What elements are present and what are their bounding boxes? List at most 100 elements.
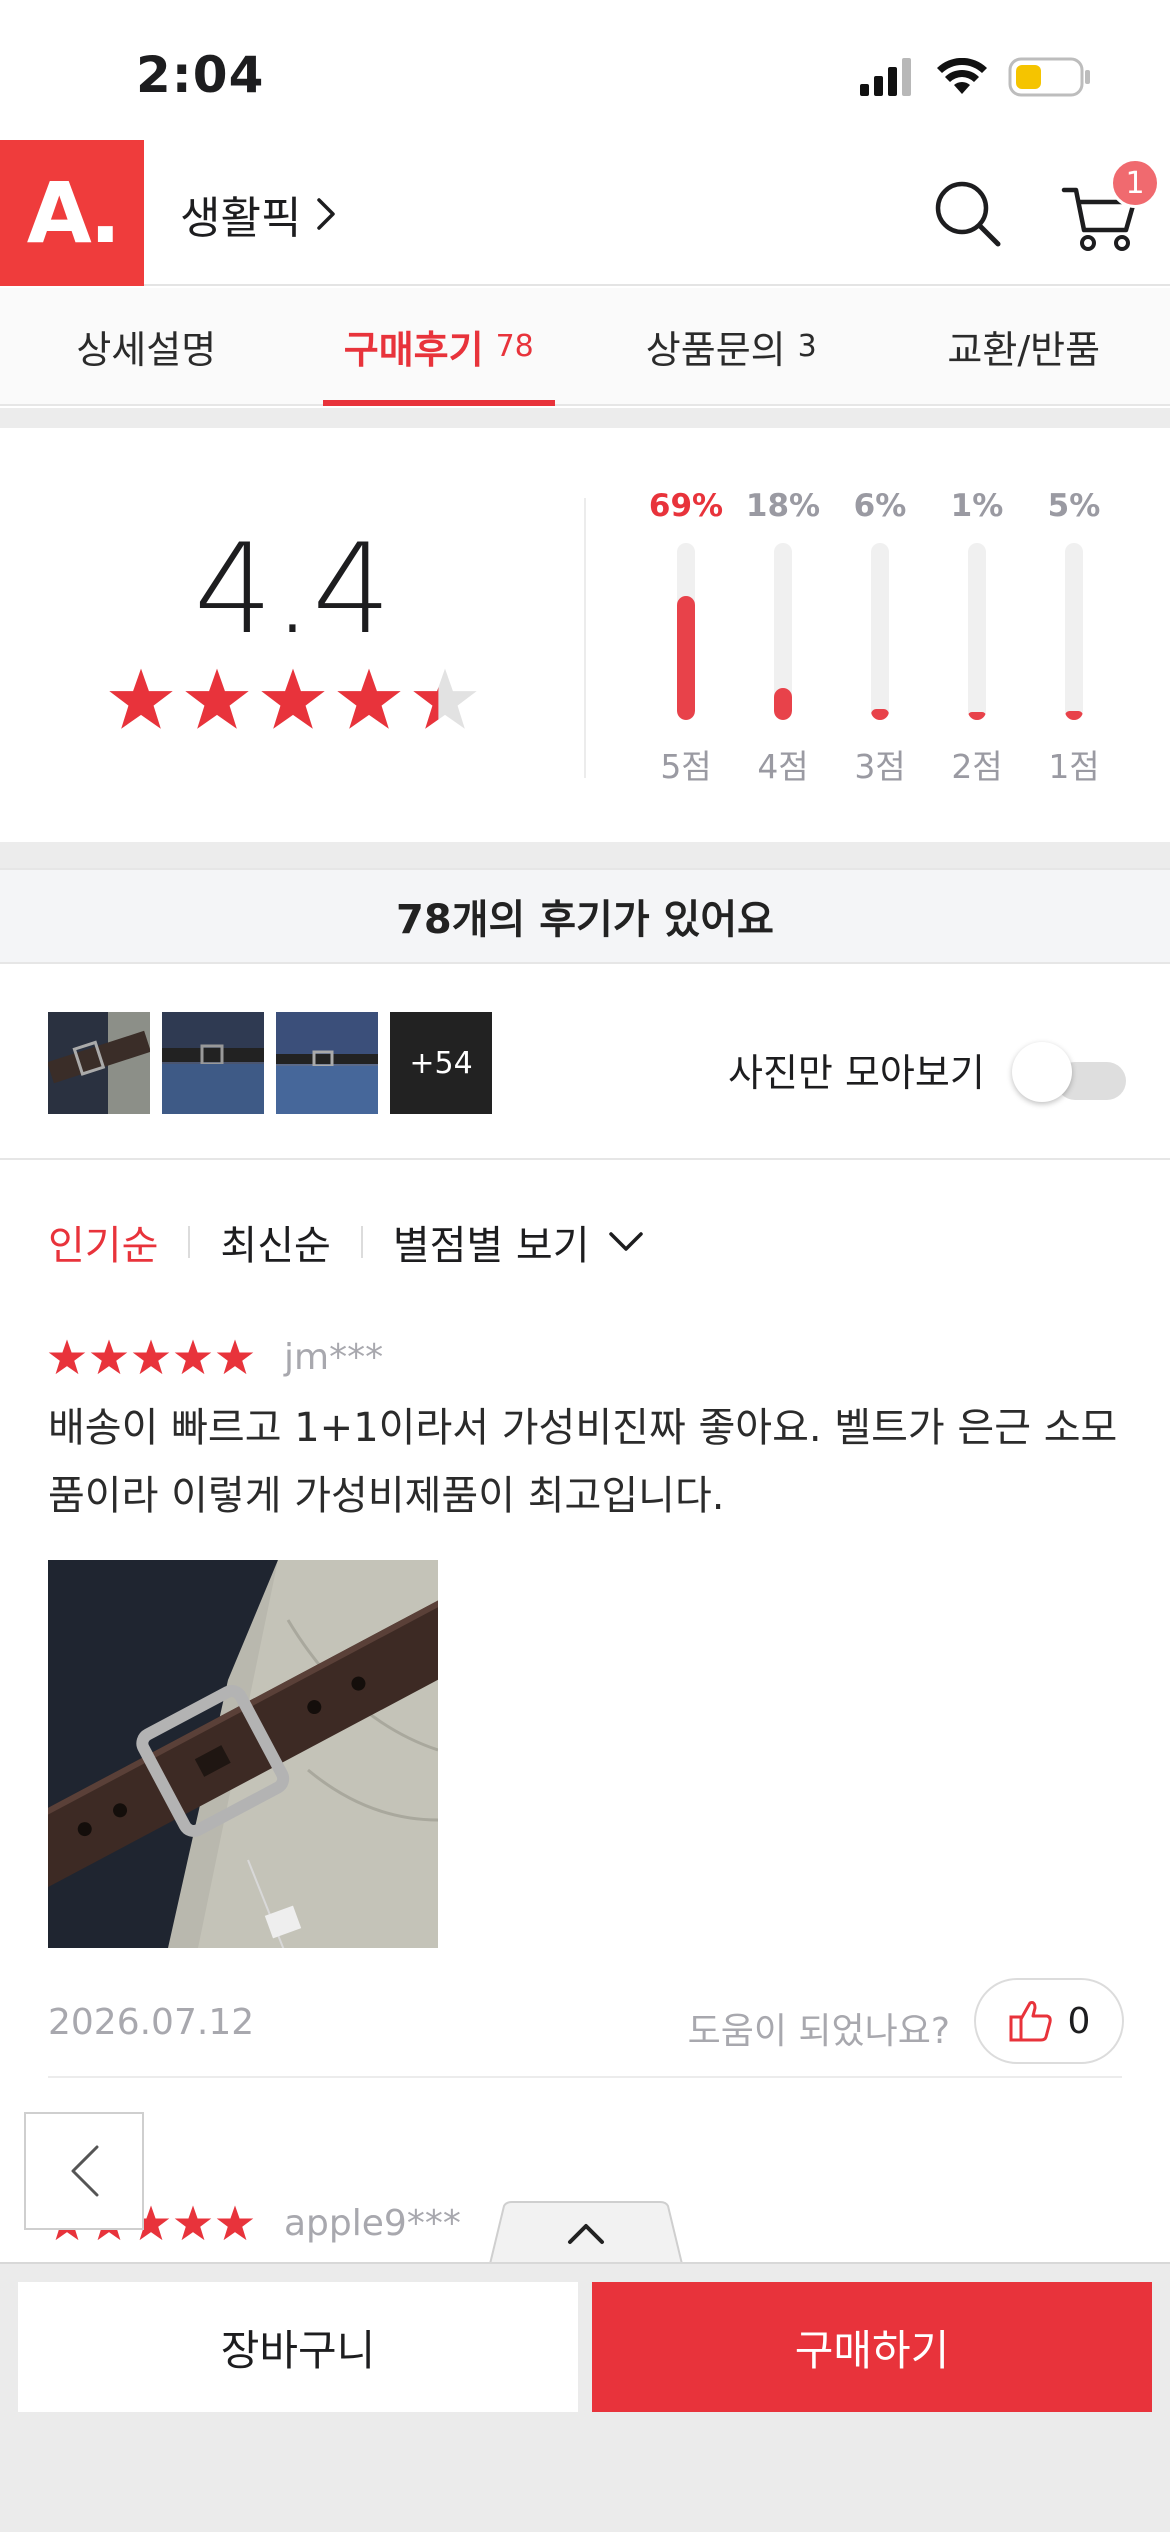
distribution-percent: 6% [853,488,907,524]
review-photo-thumb[interactable] [48,1012,150,1114]
more-photos-button[interactable]: +54 [390,1012,492,1114]
review-item: jm*** 배송이 빠르고 1+1이라서 가성비진짜 좋아요. 벨트가 은근 소… [48,1332,1124,2078]
section-divider [0,408,1170,428]
review-photo[interactable] [48,1560,438,1948]
review-count-banner: 78개의 후기가 있어요 [0,868,1170,964]
sort-options: 인기순 최신순 별점별 보기 [48,1212,644,1272]
product-tabs: 상세설명 구매후기 78 상품문의 3 교환/반품 [0,288,1170,406]
distribution-track [1065,543,1083,720]
distribution-bar-1점: 5% 1점 [1028,488,1120,788]
star-icon [185,668,249,729]
rating-summary: 4.4 69% 5점 18% 4점 6% 3점 1% 2점 5% 1점 [0,428,1170,842]
tab-inquiries[interactable]: 상품문의 3 [585,288,878,404]
distribution-label: 5점 [660,747,712,786]
rating-distribution: 69% 5점 18% 4점 6% 3점 1% 2점 5% 1점 [640,488,1120,788]
star-icon [337,668,401,729]
distribution-fill [968,712,986,720]
tab-details[interactable]: 상세설명 [0,288,293,404]
review-footer: 2026.07.12 도움이 되었나요? 0 [48,1978,1124,2078]
back-button[interactable] [24,2112,144,2230]
average-stars [108,666,478,732]
tab-label: 상세설명 [76,327,217,372]
tab-label: 구매후기 [343,327,484,372]
distribution-percent: 1% [950,488,1004,524]
tab-reviews[interactable]: 구매후기 78 [293,288,586,406]
scroll-top-button[interactable] [488,2200,684,2264]
tab-label: 상품문의 [645,327,786,372]
add-to-cart-button[interactable]: 장바구니 [18,2282,578,2412]
sort-by-rating-dropdown[interactable]: 별점별 보기 [393,1213,644,1271]
distribution-percent: 69% [648,488,724,524]
distribution-percent: 5% [1047,488,1101,524]
review-stars [48,1338,254,1376]
sort-popular[interactable]: 인기순 [48,1213,158,1271]
star-icon [413,668,477,729]
star-icon [216,2205,254,2241]
distribution-fill [871,709,889,720]
status-time: 2:04 [136,46,265,104]
photo-only-toggle[interactable] [1012,1042,1164,1108]
distribution-label: 1점 [1048,747,1100,786]
distribution-track [871,543,889,720]
distribution-label: 3점 [854,747,906,786]
distribution-fill [774,688,792,720]
reviewer-id: apple9*** [284,2202,461,2244]
tab-count: 3 [797,328,817,364]
star-icon [174,1339,212,1375]
wifi-icon [937,58,987,94]
category-label: 생활픽 [180,193,302,244]
average-rating: 4.4 [193,518,392,662]
sort-by-rating-label: 별점별 보기 [392,1223,590,1269]
bottom-action-bar: 장바구니 구매하기 [0,2262,1170,2532]
helpful-button[interactable]: 0 [974,1978,1124,2064]
tab-label: 교환/반품 [947,327,1101,372]
review-photos-row: +54 사진만 모아보기 [0,964,1170,1160]
sort-separator [360,1226,363,1258]
distribution-track [677,543,695,720]
sort-latest[interactable]: 최신순 [220,1213,330,1271]
cart-count-badge: 1 [1110,158,1160,208]
distribution-label: 2점 [951,747,1003,786]
divider [584,498,586,778]
thumbs-up-icon [1009,2001,1052,2042]
tab-count: 78 [495,328,534,364]
star-icon [48,1339,86,1375]
chevron-down-icon [608,1232,643,1251]
section-divider [0,842,1170,868]
helpful-question: 도움이 되었나요? [687,2011,950,2052]
star-icon [109,668,173,729]
status-icons [860,54,1092,100]
sort-separator [188,1226,191,1258]
star-icon [261,668,325,729]
app-logo[interactable]: A. [0,140,144,286]
battery-icon [1008,57,1090,97]
review-date: 2026.07.12 [48,2002,255,2043]
status-bar: 2:04 [0,0,1170,140]
distribution-label: 4점 [757,747,809,786]
review-photo-thumb[interactable] [162,1012,264,1114]
chevron-left-icon [71,2145,99,2197]
distribution-bar-2점: 1% 2점 [931,488,1023,788]
reviewer-id: jm*** [284,1336,384,1378]
star-icon [132,1339,170,1375]
distribution-bar-5점: 69% 5점 [640,488,732,788]
star-icon [216,1339,254,1375]
photo-only-label: 사진만 모아보기 [728,1051,985,1095]
review-photo-thumb[interactable] [276,1012,378,1114]
star-icon [174,2205,212,2241]
buy-now-button[interactable]: 구매하기 [592,2282,1152,2412]
tab-exchange-return[interactable]: 교환/반품 [878,288,1170,404]
distribution-track [968,543,986,720]
distribution-percent: 18% [745,488,821,524]
signal-icon [860,58,911,96]
review-text: 배송이 빠르고 1+1이라서 가성비진짜 좋아요. 벨트가 은근 소모품이라 이… [48,1405,1118,1519]
toggle-knob [1012,1042,1072,1102]
chevron-right-icon [317,198,336,230]
distribution-bar-3점: 6% 3점 [834,488,926,788]
category-breadcrumb[interactable]: 생활픽 [180,182,337,246]
distribution-fill [1065,711,1083,720]
helpful-count: 0 [1067,2000,1091,2042]
distribution-fill [677,596,695,720]
distribution-bar-4점: 18% 4점 [737,488,829,788]
search-icon[interactable] [930,176,1004,250]
